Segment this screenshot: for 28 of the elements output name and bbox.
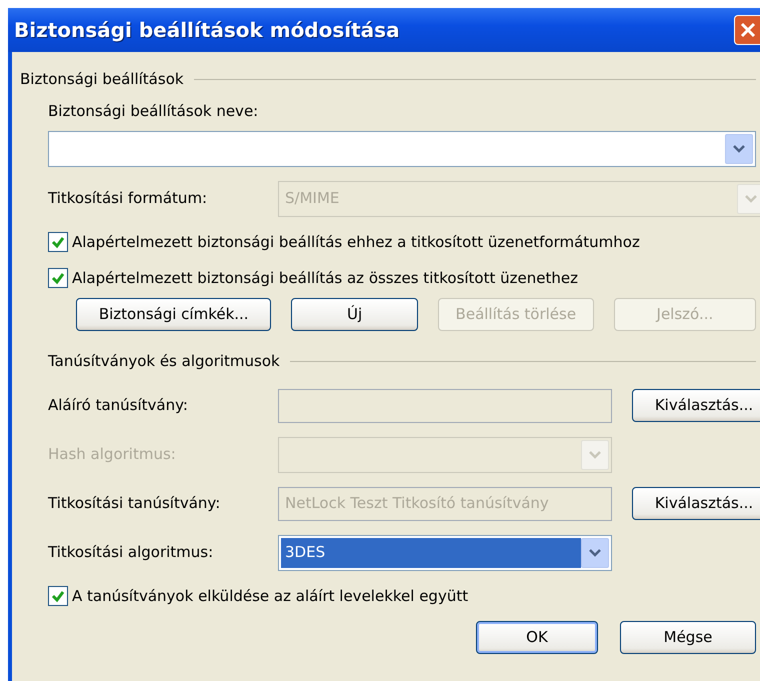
close-icon xyxy=(740,22,756,38)
group-title: Biztonsági beállítások xyxy=(20,68,184,90)
action-button[interactable]: Új xyxy=(291,298,418,330)
dialog-button[interactable]: Mégse xyxy=(620,621,756,654)
checkbox[interactable] xyxy=(48,586,68,606)
checkbox[interactable] xyxy=(48,232,68,252)
field-label: Hash algoritmus: xyxy=(48,444,177,466)
dialog-button[interactable]: OK xyxy=(476,621,598,654)
select-button[interactable]: Kiválasztás... xyxy=(632,487,760,520)
field-label: Titkosítási formátum: xyxy=(48,188,208,210)
field-label: Titkosítási algoritmus: xyxy=(48,542,214,564)
check-icon xyxy=(51,588,65,603)
checkbox-label: A tanúsítványok elküldése az aláírt levelekkel együtt xyxy=(72,586,468,606)
check-icon xyxy=(51,271,65,286)
action-button[interactable]: Biztonsági címkék... xyxy=(76,298,272,330)
dropdown-field[interactable] xyxy=(48,130,756,166)
check-icon xyxy=(51,234,65,249)
field-label: Aláíró tanúsítvány: xyxy=(48,395,189,416)
checkbox[interactable] xyxy=(48,268,68,288)
group-title: Tanúsítványok és algoritmusok xyxy=(48,351,280,372)
checkbox-label: Alapértelmezett biztonsági beállítás ehhez a titkosított üzenetformátumhoz xyxy=(72,232,640,252)
close-button[interactable] xyxy=(734,15,760,45)
field-label: Biztonsági beállítások neve: xyxy=(47,101,260,122)
dropdown-field[interactable]: 3DES xyxy=(278,534,612,570)
field-label: Titkosítási tanúsítvány: xyxy=(48,493,222,514)
select-button[interactable]: Kiválasztás... xyxy=(632,389,760,422)
window-title: Biztonsági beállítások módosítása xyxy=(14,17,400,44)
checkbox-label: Alapértelmezett biztonsági beállítás az összes titkosított üzenethez xyxy=(72,268,578,289)
